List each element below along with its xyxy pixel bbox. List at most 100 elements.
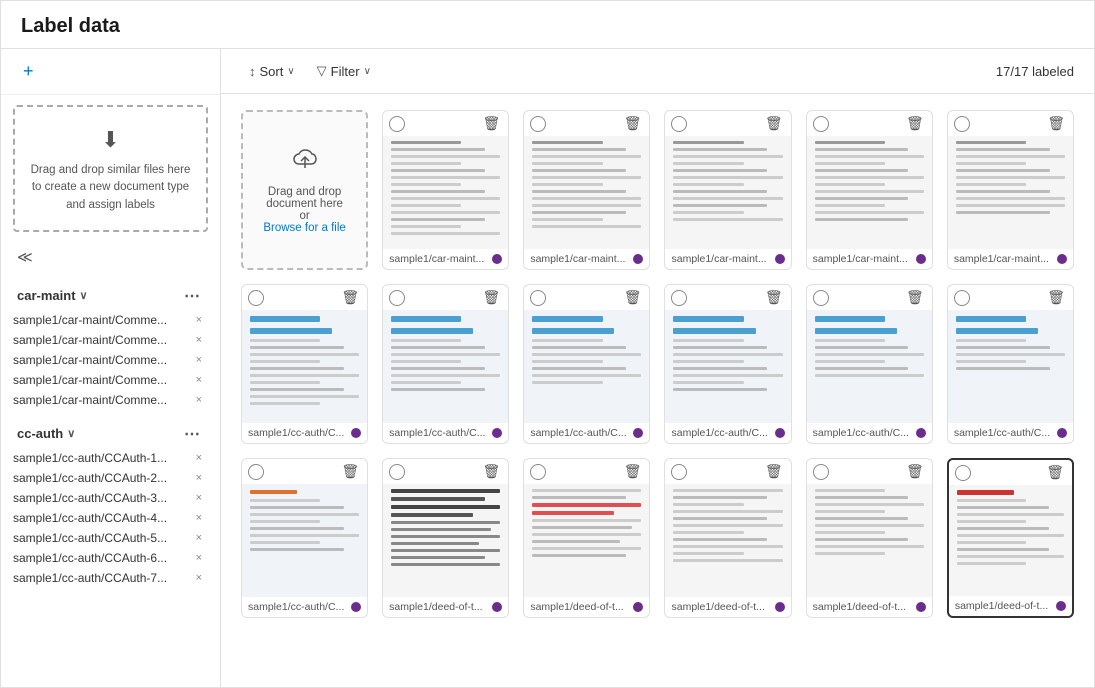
- close-icon[interactable]: ×: [194, 374, 204, 386]
- add-document-type-button[interactable]: +: [17, 59, 40, 84]
- doc-delete-button[interactable]: 🗑: [763, 115, 785, 132]
- doc-name: sample1/car-maint...: [671, 253, 770, 265]
- doc-name: sample1/deed-of-t...: [955, 600, 1052, 612]
- doc-card[interactable]: 🗑: [806, 458, 933, 618]
- doc-select-checkbox[interactable]: [248, 290, 264, 306]
- sidebar-drag-drop-area[interactable]: ⬇ Drag and drop similar files here to cr…: [13, 105, 208, 232]
- doc-preview: [948, 136, 1073, 249]
- close-icon[interactable]: ×: [194, 334, 204, 346]
- close-icon[interactable]: ×: [194, 552, 204, 564]
- doc-select-checkbox[interactable]: [389, 116, 405, 132]
- list-item[interactable]: sample1/car-maint/Comme... ×: [1, 390, 220, 410]
- doc-card[interactable]: 🗑: [523, 458, 650, 618]
- doc-select-checkbox[interactable]: [671, 116, 687, 132]
- doc-select-checkbox[interactable]: [530, 464, 546, 480]
- list-item[interactable]: sample1/cc-auth/CCAuth-2... ×: [1, 468, 220, 488]
- doc-card[interactable]: 🗑: [382, 110, 509, 270]
- doc-select-checkbox[interactable]: [813, 116, 829, 132]
- doc-labeled-dot: [916, 428, 926, 438]
- doc-select-checkbox[interactable]: [530, 116, 546, 132]
- doc-delete-button[interactable]: 🗑: [622, 289, 644, 306]
- sidebar-group-car-maint-more-icon[interactable]: ⋯: [180, 286, 204, 306]
- sort-button[interactable]: ↕ Sort ∨: [241, 60, 303, 83]
- close-icon[interactable]: ×: [194, 532, 204, 544]
- doc-select-checkbox[interactable]: [813, 290, 829, 306]
- doc-delete-button[interactable]: 🗑: [904, 289, 926, 306]
- doc-delete-button[interactable]: 🗑: [339, 289, 361, 306]
- doc-delete-button[interactable]: 🗑: [622, 115, 644, 132]
- list-item[interactable]: sample1/car-maint/Comme... ×: [1, 330, 220, 350]
- doc-select-checkbox[interactable]: [955, 465, 971, 481]
- close-icon[interactable]: ×: [194, 394, 204, 406]
- doc-card-footer: sample1/car-maint...: [807, 249, 932, 269]
- doc-select-checkbox[interactable]: [954, 290, 970, 306]
- doc-labeled-dot: [492, 602, 502, 612]
- close-icon[interactable]: ×: [194, 512, 204, 524]
- doc-name: sample1/deed-of-t...: [389, 601, 488, 613]
- doc-delete-button[interactable]: 🗑: [1045, 289, 1067, 306]
- doc-delete-button[interactable]: 🗑: [1044, 464, 1066, 481]
- list-item[interactable]: sample1/car-maint/Comme... ×: [1, 370, 220, 390]
- doc-delete-button[interactable]: 🗑: [622, 463, 644, 480]
- filter-icon: ▽: [317, 63, 327, 79]
- sidebar-collapse-button[interactable]: ≪: [1, 242, 220, 272]
- list-item[interactable]: sample1/car-maint/Comme... ×: [1, 310, 220, 330]
- doc-card[interactable]: 🗑: [241, 284, 368, 444]
- doc-card[interactable]: 🗑: [382, 284, 509, 444]
- doc-select-checkbox[interactable]: [389, 290, 405, 306]
- doc-delete-button[interactable]: 🗑: [904, 115, 926, 132]
- doc-delete-button[interactable]: 🗑: [481, 289, 503, 306]
- doc-card[interactable]: 🗑: [947, 110, 1074, 270]
- doc-labeled-dot: [1057, 428, 1067, 438]
- doc-card[interactable]: 🗑: [664, 110, 791, 270]
- list-item[interactable]: sample1/cc-auth/CCAuth-4... ×: [1, 508, 220, 528]
- list-item[interactable]: sample1/cc-auth/CCAuth-3... ×: [1, 488, 220, 508]
- doc-card[interactable]: 🗑: [664, 284, 791, 444]
- doc-delete-button[interactable]: 🗑: [904, 463, 926, 480]
- browse-for-file-link[interactable]: Browse for a file: [263, 222, 345, 234]
- doc-delete-button[interactable]: 🗑: [339, 463, 361, 480]
- close-icon[interactable]: ×: [194, 472, 204, 484]
- doc-card-selected[interactable]: 🗑: [947, 458, 1074, 618]
- list-item[interactable]: sample1/car-maint/Comme... ×: [1, 350, 220, 370]
- doc-select-checkbox[interactable]: [954, 116, 970, 132]
- doc-card-header: 🗑: [383, 459, 508, 484]
- list-item[interactable]: sample1/cc-auth/CCAuth-6... ×: [1, 548, 220, 568]
- doc-select-checkbox[interactable]: [813, 464, 829, 480]
- doc-delete-button[interactable]: 🗑: [763, 463, 785, 480]
- sidebar-upload-icon: ⬇: [27, 123, 194, 156]
- sidebar-group-cc-auth-toggle[interactable]: cc-auth ∨: [17, 426, 75, 441]
- doc-delete-button[interactable]: 🗑: [1045, 115, 1067, 132]
- doc-card-footer: sample1/cc-auth/C...: [807, 423, 932, 443]
- doc-card[interactable]: 🗑: [806, 110, 933, 270]
- close-icon[interactable]: ×: [194, 314, 204, 326]
- doc-card[interactable]: 🗑: [382, 458, 509, 618]
- doc-delete-button[interactable]: 🗑: [481, 463, 503, 480]
- close-icon[interactable]: ×: [194, 572, 204, 584]
- doc-card[interactable]: 🗑: [664, 458, 791, 618]
- doc-card-header: 🗑: [242, 459, 367, 484]
- sidebar-group-car-maint-toggle[interactable]: car-maint ∨: [17, 288, 88, 303]
- list-item[interactable]: sample1/cc-auth/CCAuth-7... ×: [1, 568, 220, 588]
- close-icon[interactable]: ×: [194, 452, 204, 464]
- close-icon[interactable]: ×: [194, 492, 204, 504]
- doc-card[interactable]: 🗑: [947, 284, 1074, 444]
- close-icon[interactable]: ×: [194, 354, 204, 366]
- doc-preview: [807, 310, 932, 423]
- doc-card[interactable]: 🗑: [241, 458, 368, 618]
- doc-select-checkbox[interactable]: [248, 464, 264, 480]
- doc-select-checkbox[interactable]: [389, 464, 405, 480]
- doc-select-checkbox[interactable]: [671, 464, 687, 480]
- doc-select-checkbox[interactable]: [671, 290, 687, 306]
- filter-button[interactable]: ▽ Filter ∨: [309, 59, 379, 83]
- doc-card[interactable]: 🗑: [523, 284, 650, 444]
- doc-card[interactable]: 🗑: [806, 284, 933, 444]
- doc-delete-button[interactable]: 🗑: [481, 115, 503, 132]
- sidebar-group-cc-auth-more-icon[interactable]: ⋯: [180, 424, 204, 444]
- doc-card[interactable]: 🗑: [523, 110, 650, 270]
- list-item[interactable]: sample1/cc-auth/CCAuth-5... ×: [1, 528, 220, 548]
- doc-delete-button[interactable]: 🗑: [763, 289, 785, 306]
- list-item[interactable]: sample1/cc-auth/CCAuth-1... ×: [1, 448, 220, 468]
- doc-select-checkbox[interactable]: [530, 290, 546, 306]
- upload-card[interactable]: Drag and drop document here or Browse fo…: [241, 110, 368, 270]
